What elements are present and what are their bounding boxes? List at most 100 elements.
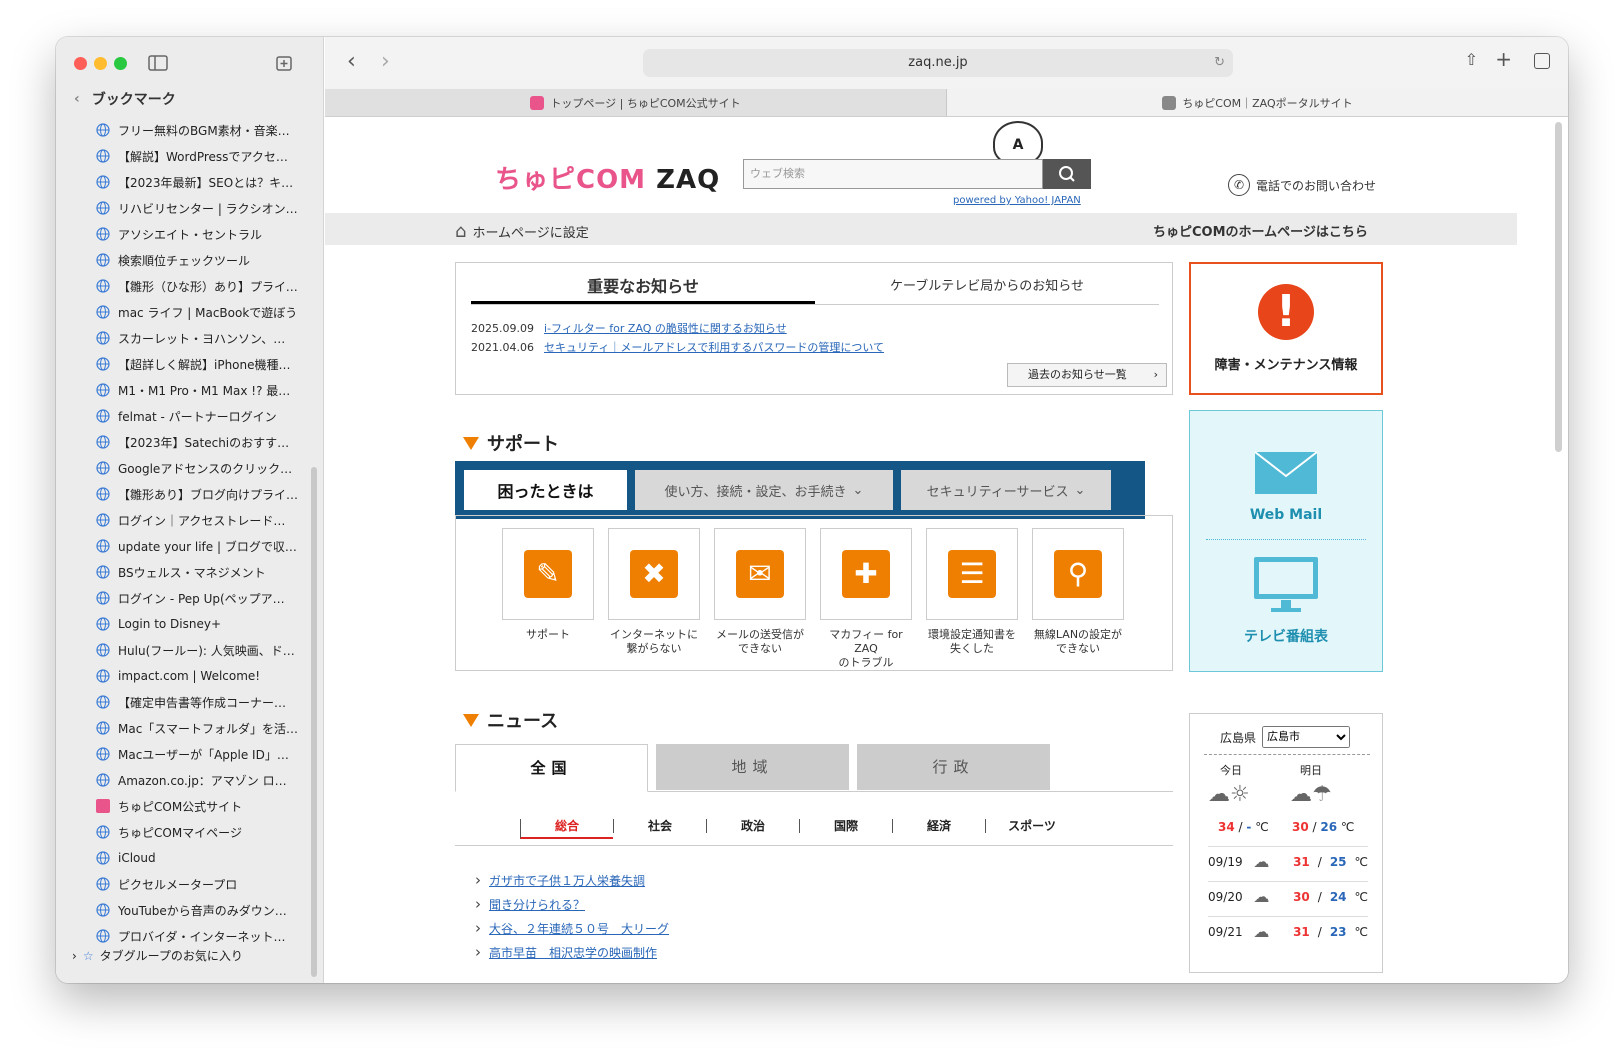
bookmark-item[interactable]: ログイン - Pep Up(ペップア… xyxy=(56,585,316,611)
news-category[interactable]: 社会 xyxy=(613,819,706,833)
news-category[interactable]: 経済 xyxy=(892,819,985,833)
support-card[interactable]: ☰ 環境設定通知書を 失くした xyxy=(926,528,1018,656)
bookmark-item[interactable]: ピクセルメータープロ xyxy=(56,871,316,897)
support-card[interactable]: ✉ メールの送受信が できない xyxy=(714,528,806,656)
news-category[interactable]: スポーツ xyxy=(985,819,1078,833)
bookmark-item[interactable]: 【超詳しく解説】iPhone機種変… xyxy=(56,351,316,377)
tab-overview-icon[interactable] xyxy=(1534,53,1550,69)
zaq-logo[interactable]: ちゅピCOM ZAQ xyxy=(495,159,720,196)
tab-important-notice[interactable]: 重要なお知らせ xyxy=(471,271,815,304)
news-item[interactable]: 大谷、２年連続５０号 大リーグ xyxy=(475,919,669,937)
bookmark-item[interactable]: リハビリセンター | ラクシオン… xyxy=(56,195,316,221)
trouble-panel[interactable]: ! 障害・メンテナンス情報 xyxy=(1189,262,1383,395)
bookmark-label: 【超詳しく解説】iPhone機種変… xyxy=(118,357,298,372)
tab-cable-notice[interactable]: ケーブルテレビ局からのお知らせ xyxy=(815,271,1159,304)
support-card[interactable]: ✎ サポート xyxy=(502,528,594,642)
bookmark-item[interactable]: felmat - パートナーログイン xyxy=(56,403,316,429)
tab-national[interactable]: 全国 xyxy=(455,744,648,792)
address-bar[interactable]: zaq.ne.jp ↻ xyxy=(643,49,1233,77)
bookmark-label: 【2023年】Satechiのおすすめ… xyxy=(118,435,298,450)
chupicom-home-link[interactable]: ちゅピCOMのホームページはこちら xyxy=(1153,221,1368,240)
bookmark-item[interactable]: 【2023年】Satechiのおすすめ… xyxy=(56,429,316,455)
news-category[interactable]: 国際 xyxy=(799,819,892,833)
reload-icon[interactable]: ↻ xyxy=(1214,49,1225,77)
tab-security[interactable]: セキュリティーサービス ⌄ xyxy=(901,470,1111,510)
tab-admin[interactable]: 行政 xyxy=(857,744,1050,790)
set-homepage-link[interactable]: ⌂ ホームページに設定 xyxy=(455,221,589,242)
tv-guide-link[interactable]: テレビ番組表 xyxy=(1190,626,1382,646)
share-icon[interactable]: ⇧ xyxy=(1465,50,1478,69)
back-chevron-icon[interactable]: ‹ xyxy=(74,91,80,107)
bookmark-item[interactable]: Hulu(フールー): 人気映画、ド… xyxy=(56,637,316,663)
bookmark-item[interactable]: アソシエイト・セントラル xyxy=(56,221,316,247)
back-icon[interactable]: ‹ xyxy=(347,49,356,74)
notice-date: 2025.09.09 xyxy=(471,322,534,335)
bookmark-item[interactable]: Macユーザーが「Apple ID」… xyxy=(56,741,316,767)
bookmark-item[interactable]: update your life | ブログで収… xyxy=(56,533,316,559)
powered-by-link[interactable]: powered by Yahoo! JAPAN xyxy=(953,195,1081,206)
forecast-date: 09/19 xyxy=(1208,854,1243,869)
tv-monitor-icon[interactable] xyxy=(1253,556,1319,616)
mail-icon[interactable] xyxy=(1254,451,1318,495)
bookmark-item[interactable]: mac ライフ | MacBookで遊ぼう xyxy=(56,299,316,325)
bookmark-item[interactable]: 【雛形あり】ブログ向けプライ… xyxy=(56,481,316,507)
bookmark-item[interactable]: 【解説】WordPressでアクセス… xyxy=(56,143,316,169)
bookmark-item[interactable]: ちゅピCOM公式サイト xyxy=(56,793,316,819)
bookmark-item[interactable]: Googleアドセンスのクリック… xyxy=(56,455,316,481)
bookmark-item[interactable]: impact.com | Welcome! xyxy=(56,663,316,689)
bookmark-item[interactable]: 【2023年最新】SEOとは？キ… xyxy=(56,169,316,195)
city-select[interactable]: 広島市 xyxy=(1262,726,1351,748)
sidebar-scrollbar[interactable] xyxy=(311,467,317,977)
news-item[interactable]: 聞き分けられる？ xyxy=(475,895,585,913)
bookmark-item[interactable]: M1・M1 Pro・M1 Max !? 最… xyxy=(56,377,316,403)
page-scrollbar[interactable] xyxy=(1555,122,1562,452)
forward-icon[interactable]: › xyxy=(381,49,390,74)
unit: ℃ xyxy=(1354,924,1368,939)
bookmark-item[interactable]: 【確定申告書等作成コーナー】-… xyxy=(56,689,316,715)
sidebar-toggle-icon[interactable] xyxy=(148,54,168,72)
new-tab-group-icon[interactable] xyxy=(274,54,294,72)
bookmark-item[interactable]: 【雛形（ひな形）あり】プライバ… xyxy=(56,273,316,299)
tab-group-favorites[interactable]: › ☆ タブグループのお気に入り xyxy=(72,947,243,964)
bookmark-item[interactable]: iCloud xyxy=(56,845,316,871)
bookmark-item[interactable]: ちゅピCOMマイページ xyxy=(56,819,316,845)
bookmark-item[interactable]: YouTubeから音声のみダウン… xyxy=(56,897,316,923)
bookmark-item[interactable]: Amazon.co.jp：アマゾン ロ… xyxy=(56,767,316,793)
news-category[interactable]: 総合 xyxy=(520,819,613,839)
tab-zaq[interactable]: ちゅピCOM｜ZAQポータルサイト xyxy=(947,89,1568,116)
bookmark-item[interactable]: スカーレット・ヨハンソン、… xyxy=(56,325,316,351)
phone-contact[interactable]: ✆ 電話でのお問い合わせ xyxy=(1228,174,1376,196)
news-item[interactable]: 高市早苗 相沢忠学の映画制作 xyxy=(475,943,657,961)
bookmark-item[interactable]: プロバイダ・インターネット… xyxy=(56,923,316,947)
tab-howto[interactable]: 使い方、接続・設定、お手続き ⌄ xyxy=(635,470,893,510)
webmail-link[interactable]: Web Mail xyxy=(1190,507,1382,523)
minimize-button[interactable] xyxy=(94,57,107,70)
zoom-button[interactable] xyxy=(114,57,127,70)
forecast-low: 24 xyxy=(1329,889,1347,904)
tab-region[interactable]: 地域 xyxy=(656,744,849,790)
bookmark-item[interactable]: ログイン｜アクセストレード… xyxy=(56,507,316,533)
news-item[interactable]: ガザ市で子供１万人栄養失調 xyxy=(475,871,645,889)
past-notices-button[interactable]: 過去のお知らせ一覧 › xyxy=(1007,363,1167,387)
globe-icon xyxy=(96,305,110,319)
search-input[interactable]: ウェブ検索 xyxy=(743,159,1043,189)
tab-trouble[interactable]: 困ったときは xyxy=(464,470,627,510)
bookmark-item[interactable]: フリー無料のBGM素材・音楽… xyxy=(56,117,316,143)
support-card-label: サポート xyxy=(526,628,570,641)
bookmark-item[interactable]: 検索順位チェックツール xyxy=(56,247,316,273)
news-category[interactable]: 政治 xyxy=(706,819,799,833)
globe-icon xyxy=(96,175,110,189)
bookmark-item[interactable]: Login to Disney+ xyxy=(56,611,316,637)
support-card[interactable]: ✚ マカフィー for ZAQ のトラブル xyxy=(820,528,912,670)
new-tab-icon[interactable]: + xyxy=(1495,47,1512,71)
monitor-error-icon: ✖ xyxy=(608,528,700,620)
bookmark-item[interactable]: Mac「スマートフォルダ」を活… xyxy=(56,715,316,741)
bookmark-item[interactable]: BSウェルス・マネジメント xyxy=(56,559,316,585)
tab-chupicom[interactable]: トップページ | ちゅピCOM公式サイト xyxy=(325,89,947,116)
close-button[interactable] xyxy=(74,57,87,70)
support-card[interactable]: ⚲ 無線LANの設定が できない xyxy=(1032,528,1124,656)
support-card[interactable]: ✖ インターネットに 繋がらない xyxy=(608,528,700,656)
search-button[interactable] xyxy=(1043,159,1091,189)
notice-link[interactable]: セキュリティ｜メールアドレスで利用するパスワードの管理について xyxy=(544,341,884,354)
notice-link[interactable]: i-フィルター for ZAQ の脆弱性に関するお知らせ xyxy=(544,322,787,335)
